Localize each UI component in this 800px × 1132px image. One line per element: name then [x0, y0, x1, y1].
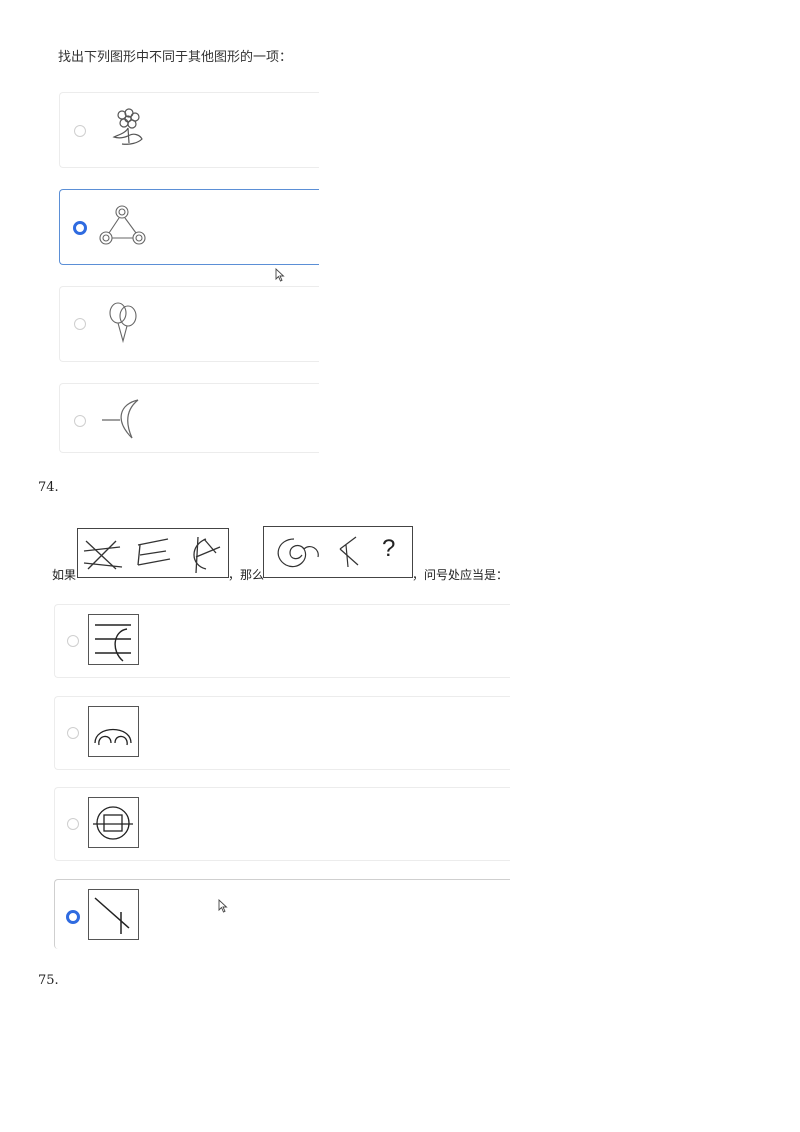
q73-option-d-radio[interactable] — [74, 415, 86, 427]
q74-option-c[interactable] — [54, 787, 510, 861]
diagonal-lines-icon — [88, 889, 139, 940]
three-circle-triangle-icon — [98, 204, 150, 250]
q73-option-c[interactable] — [59, 286, 319, 362]
q74-option-b-radio[interactable] — [67, 727, 79, 739]
q74-option-c-radio[interactable] — [67, 818, 79, 830]
q74-option-d-radio[interactable] — [66, 910, 80, 924]
mouse-cursor-icon — [218, 898, 228, 917]
q73-option-d[interactable] — [59, 383, 319, 453]
q74-prompt-middle: ，那么 — [228, 568, 265, 582]
q73-option-c-radio[interactable] — [74, 318, 86, 330]
double-arch-icon — [88, 706, 139, 757]
question-73-prompt: 找出下列图形中不同于其他图形的一项： — [58, 50, 293, 65]
lines-with-arc-icon — [88, 614, 139, 665]
q74-option-a[interactable] — [54, 604, 510, 678]
q74-option-d[interactable] — [54, 879, 510, 949]
q73-option-b[interactable] — [59, 189, 319, 265]
flower-doodle-icon — [104, 107, 154, 153]
q74-prompt-suffix: ，问号处应当是： — [412, 568, 509, 582]
question-74-number: 74. — [38, 480, 59, 495]
example-figures-icon — [83, 536, 221, 574]
mouse-cursor-icon — [275, 267, 285, 286]
balloons-icon — [104, 299, 144, 345]
q74-example-sequence-box — [77, 528, 229, 578]
q74-question-sequence-box: ? — [263, 526, 413, 578]
circle-with-rect-icon — [88, 797, 139, 848]
q74-option-a-radio[interactable] — [67, 635, 79, 647]
question-75-number: 75. — [38, 973, 59, 988]
q74-question-mark: ? — [382, 535, 396, 562]
crescent-arc-icon — [100, 398, 144, 442]
q74-prompt-prefix: 如果 — [52, 568, 77, 582]
q74-option-b[interactable] — [54, 696, 510, 770]
q73-option-b-radio[interactable] — [73, 221, 87, 235]
q73-option-a-radio[interactable] — [74, 125, 86, 137]
q73-option-a[interactable] — [59, 92, 319, 168]
